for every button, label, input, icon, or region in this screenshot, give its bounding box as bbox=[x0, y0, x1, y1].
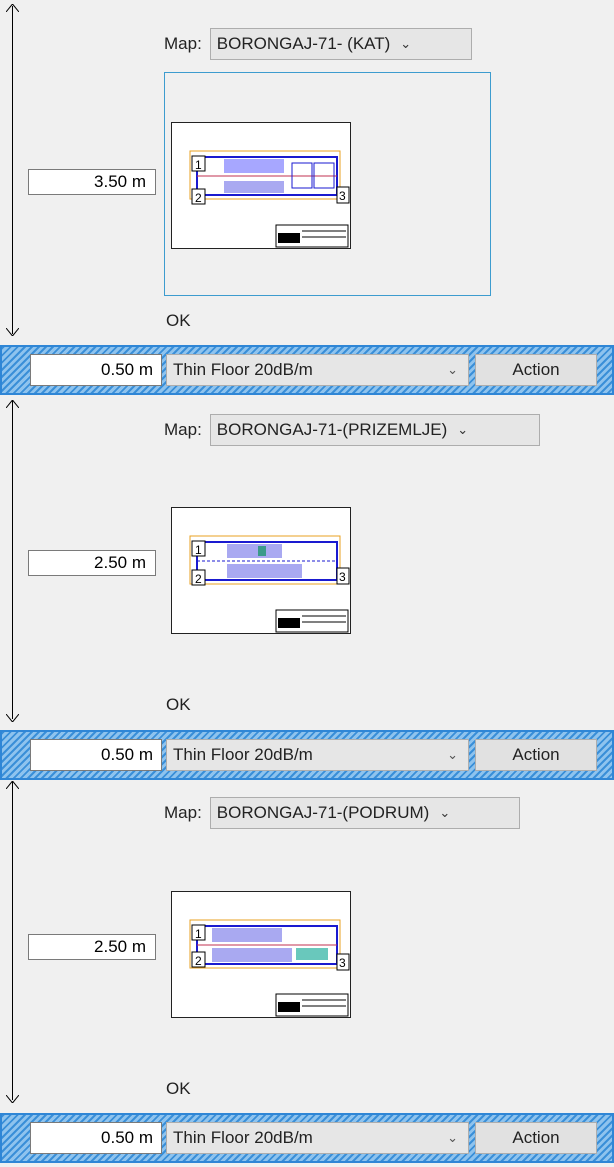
height-input[interactable]: 2.50 m bbox=[28, 550, 156, 576]
dimension-line-1 bbox=[12, 6, 13, 334]
floor-plan-thumbnail[interactable]: 1 2 3 bbox=[171, 122, 351, 249]
dimension-line-2 bbox=[12, 401, 13, 719]
floor-thickness-input[interactable]: 0.50 m bbox=[30, 739, 162, 771]
map-select[interactable]: BORONGAJ-71-(PODRUM) ⌄ bbox=[209, 797, 520, 829]
plan-label-2: 2 bbox=[195, 572, 202, 586]
status-text: OK bbox=[166, 1079, 191, 1098]
floor-type-select[interactable]: Thin Floor 20dB/m ⌄ bbox=[166, 739, 469, 771]
dimension-arrow-icon bbox=[6, 1095, 19, 1103]
height-input[interactable]: 3.50 m bbox=[28, 169, 156, 195]
map-label: Map: bbox=[164, 420, 202, 439]
floor-type-value: Thin Floor 20dB/m bbox=[173, 1128, 313, 1147]
floor-separator: 0.50 m Thin Floor 20dB/m ⌄ Action bbox=[0, 1113, 614, 1163]
floor-type-select[interactable]: Thin Floor 20dB/m ⌄ bbox=[166, 1122, 469, 1154]
floor-plan-thumbnail[interactable]: 1 2 3 bbox=[171, 891, 351, 1018]
dimension-arrow-icon bbox=[6, 328, 19, 336]
plan-label-3: 3 bbox=[339, 570, 346, 584]
dimension-arrow-icon bbox=[6, 781, 19, 789]
action-button[interactable]: Action bbox=[475, 1122, 597, 1154]
plan-label-1: 1 bbox=[195, 158, 202, 172]
floor-thickness-input[interactable]: 0.50 m bbox=[30, 1122, 162, 1154]
chevron-down-icon[interactable]: ⌄ bbox=[447, 1130, 458, 1146]
floor-plan-thumbnail[interactable]: 1 2 3 bbox=[171, 507, 351, 634]
floor-plan-drawing: 1 2 3 bbox=[189, 535, 350, 633]
plan-label-2: 2 bbox=[195, 954, 202, 968]
dimension-line-3 bbox=[12, 782, 13, 1100]
action-button[interactable]: Action bbox=[475, 739, 597, 771]
map-select-value: BORONGAJ-71- (KAT) bbox=[216, 34, 391, 53]
height-input[interactable]: 2.50 m bbox=[28, 934, 156, 960]
map-label: Map: bbox=[164, 34, 202, 53]
floor-plan-drawing: 1 2 3 bbox=[189, 150, 350, 248]
map-row: Map: BORONGAJ-71- (KAT) ⌄ bbox=[164, 28, 472, 60]
floor-thickness-input[interactable]: 0.50 m bbox=[30, 354, 162, 386]
chevron-down-icon[interactable]: ⌄ bbox=[447, 362, 458, 378]
status-text: OK bbox=[166, 695, 191, 714]
plan-label-1: 1 bbox=[195, 543, 202, 557]
dimension-arrow-icon bbox=[6, 400, 19, 408]
chevron-down-icon[interactable]: ⌄ bbox=[447, 747, 458, 763]
chevron-down-icon[interactable]: ⌄ bbox=[439, 805, 450, 821]
floor-separator: 0.50 m Thin Floor 20dB/m ⌄ Action bbox=[0, 730, 614, 780]
status-text: OK bbox=[166, 311, 191, 330]
floor-separator: 0.50 m Thin Floor 20dB/m ⌄ Action bbox=[0, 345, 614, 395]
floor-type-select[interactable]: Thin Floor 20dB/m ⌄ bbox=[166, 354, 469, 386]
chevron-down-icon[interactable]: ⌄ bbox=[457, 422, 468, 438]
dimension-arrow-icon bbox=[6, 714, 19, 722]
action-button[interactable]: Action bbox=[475, 354, 597, 386]
dimension-arrow-icon bbox=[6, 4, 19, 12]
map-select[interactable]: BORONGAJ-71- (KAT) ⌄ bbox=[209, 28, 472, 60]
map-select[interactable]: BORONGAJ-71-(PRIZEMLJE) ⌄ bbox=[209, 414, 540, 446]
floor-plan-drawing: 1 2 3 bbox=[189, 919, 350, 1017]
plan-label-3: 3 bbox=[339, 956, 346, 970]
plan-label-3: 3 bbox=[339, 189, 346, 203]
floor-type-value: Thin Floor 20dB/m bbox=[173, 360, 313, 379]
map-row: Map: BORONGAJ-71-(PODRUM) ⌄ bbox=[164, 797, 520, 829]
plan-label-2: 2 bbox=[195, 191, 202, 205]
map-select-value: BORONGAJ-71-(PRIZEMLJE) bbox=[216, 420, 448, 439]
floor-type-value: Thin Floor 20dB/m bbox=[173, 745, 313, 764]
map-row: Map: BORONGAJ-71-(PRIZEMLJE) ⌄ bbox=[164, 414, 540, 446]
chevron-down-icon[interactable]: ⌄ bbox=[400, 36, 411, 52]
map-label: Map: bbox=[164, 803, 202, 822]
map-select-value: BORONGAJ-71-(PODRUM) bbox=[216, 803, 430, 822]
plan-label-1: 1 bbox=[195, 927, 202, 941]
